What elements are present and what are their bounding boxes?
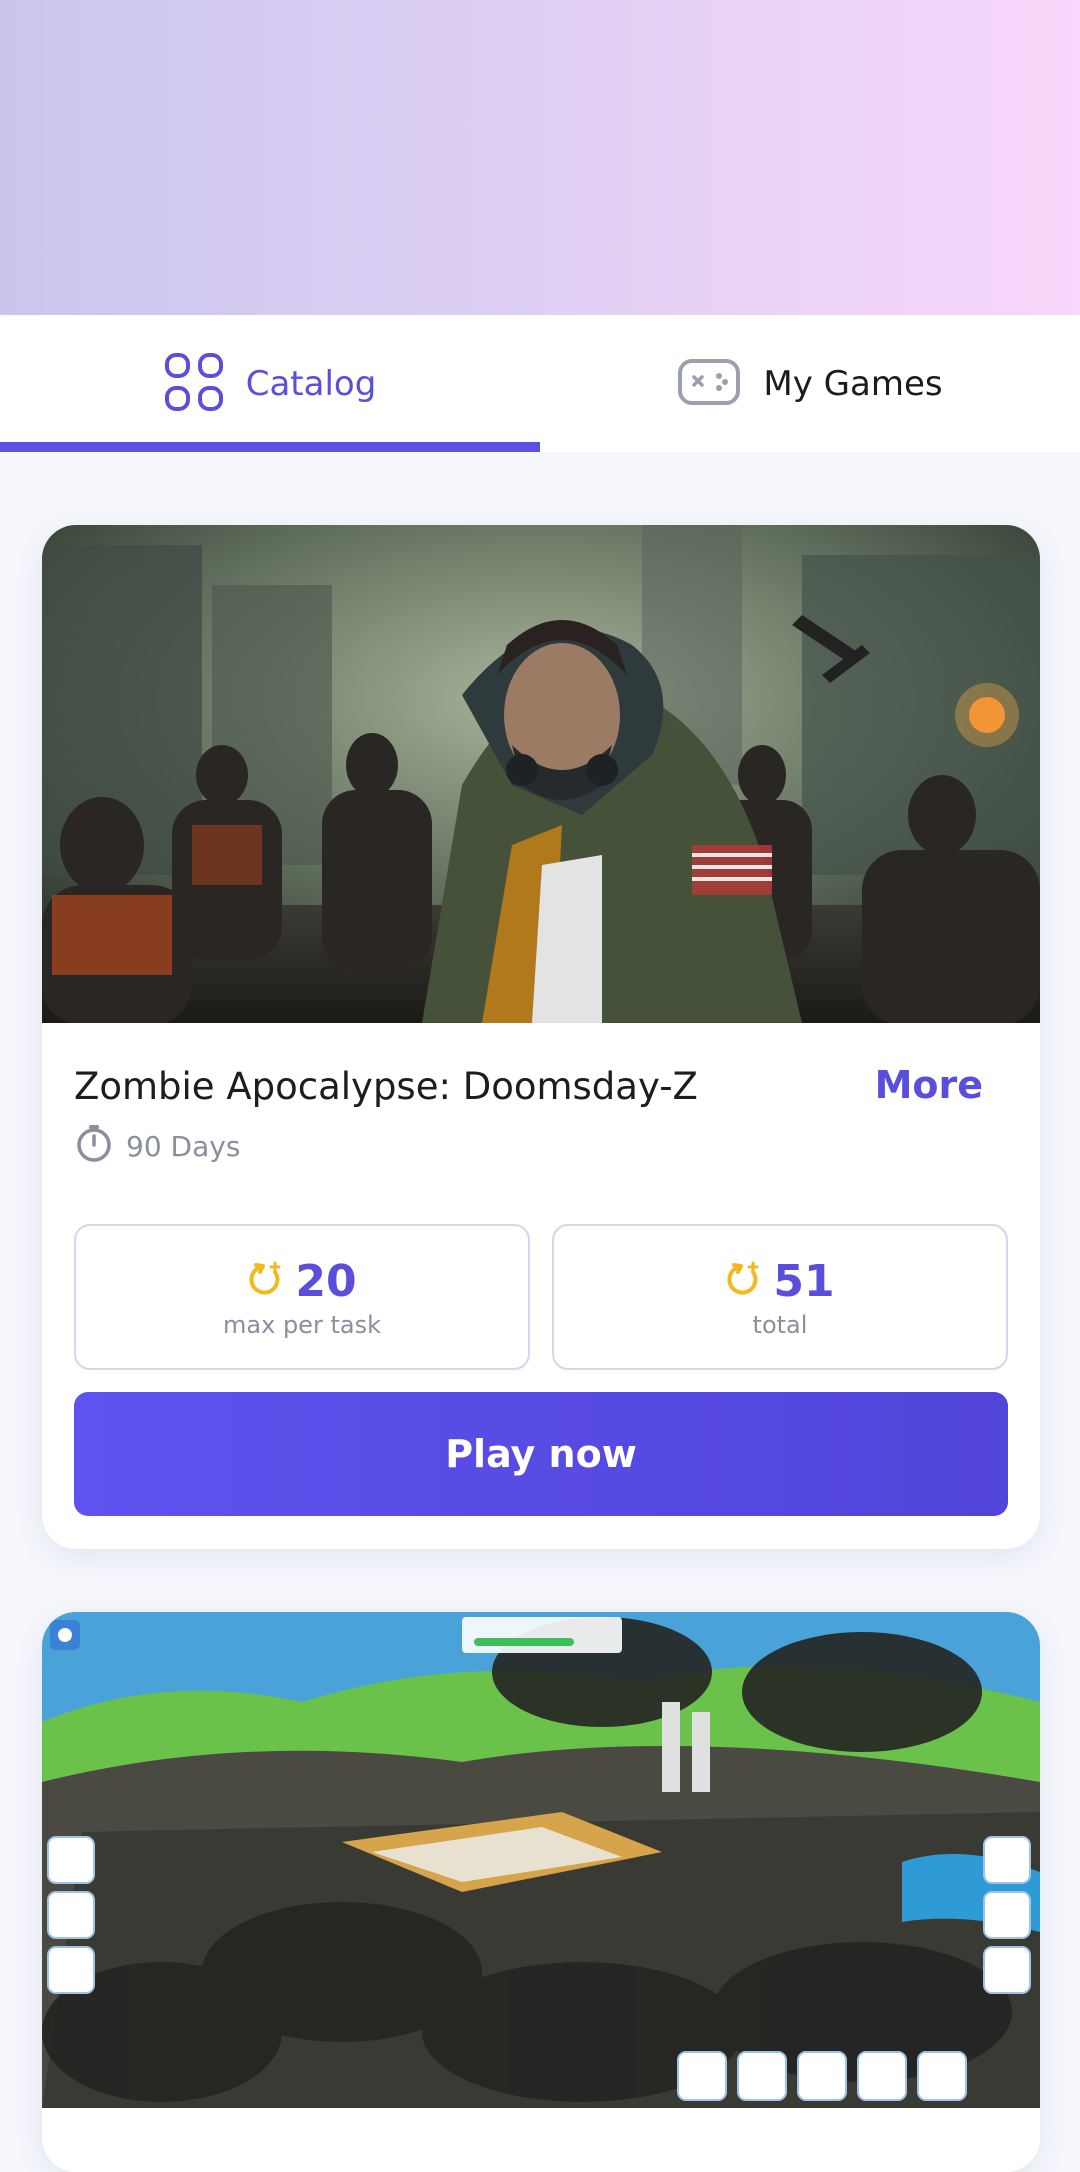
play-now-button[interactable]: Play now (74, 1392, 1008, 1516)
gamepad-icon (677, 358, 741, 410)
stat-total: 51 total (552, 1224, 1008, 1370)
game-card[interactable] (42, 1612, 1040, 2172)
stat-max-per-task: 20 max per task (74, 1224, 530, 1370)
tab-my-games[interactable]: My Games (540, 315, 1080, 452)
tab-catalog[interactable]: Catalog (0, 315, 540, 452)
stat-label: max per task (223, 1310, 381, 1339)
tab-bar: Catalog My Games (0, 315, 1080, 452)
stat-value: 20 (295, 1255, 357, 1307)
stat-label: total (752, 1310, 808, 1339)
game-card[interactable]: Zombie Apocalypse: Doomsday-Z More 90 Da… (42, 525, 1040, 1549)
coin-refresh-icon (247, 1260, 285, 1302)
active-tab-indicator (0, 442, 540, 452)
game-title: Zombie Apocalypse: Doomsday-Z (74, 1065, 698, 1108)
tab-my-games-label: My Games (763, 363, 943, 404)
timer-icon (74, 1123, 114, 1170)
header-banner (0, 0, 1080, 315)
stat-value: 51 (773, 1255, 835, 1307)
more-link[interactable]: More (875, 1063, 983, 1107)
duration-label: 90 Days (126, 1130, 241, 1163)
tab-catalog-label: Catalog (245, 363, 377, 404)
zombie-apocalypse-artwork (42, 525, 1040, 1023)
grid-icon (164, 352, 224, 416)
city-builder-game-screenshot (42, 1612, 1040, 2108)
coin-refresh-icon (725, 1260, 763, 1302)
game-duration: 90 Days (74, 1123, 240, 1170)
